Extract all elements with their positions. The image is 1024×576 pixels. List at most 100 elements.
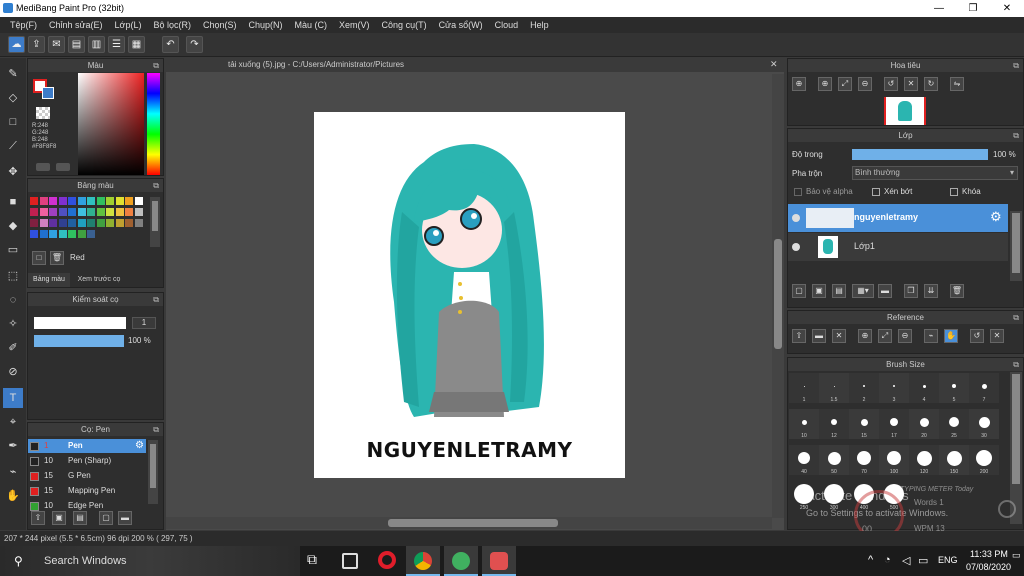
- redo-icon[interactable]: ↷: [186, 36, 203, 53]
- rectangle-tool-icon[interactable]: □: [3, 112, 23, 132]
- color-swatch[interactable]: [30, 219, 38, 227]
- menu-filter[interactable]: Bộ lọc(R): [147, 20, 197, 30]
- menu-cloud[interactable]: Cloud: [489, 20, 525, 30]
- magic-wand-icon[interactable]: ✧: [3, 314, 23, 334]
- color-swatch[interactable]: [58, 208, 67, 216]
- color-swatch[interactable]: [96, 197, 105, 205]
- brush-size-option[interactable]: 200: [969, 445, 999, 475]
- new-layer-icon[interactable]: ▢: [792, 284, 806, 298]
- color-swatch[interactable]: [68, 197, 76, 205]
- background-color-swatch[interactable]: [42, 87, 54, 99]
- brush-item[interactable]: 15 Mapping Pen: [28, 484, 146, 498]
- select-eraser-icon[interactable]: ⊘: [3, 362, 23, 382]
- task-view-icon[interactable]: ⧉: [302, 551, 322, 571]
- operation-tool-icon[interactable]: ⌖: [3, 412, 23, 432]
- reference-zoom-in-icon[interactable]: ⊕: [858, 329, 872, 343]
- undo-icon[interactable]: ↶: [162, 36, 179, 53]
- select-pen-icon[interactable]: ✐: [3, 338, 23, 358]
- clock-date[interactable]: 07/08/2020: [966, 562, 1011, 572]
- expand-icon[interactable]: ⧉: [1013, 129, 1019, 142]
- reference-open-icon[interactable]: ▬: [812, 329, 826, 343]
- new-layer-1bit-icon[interactable]: ▤: [832, 284, 846, 298]
- color-swatch[interactable]: [125, 219, 133, 227]
- canvas-paper[interactable]: NGUYENLETRAMY: [314, 112, 625, 478]
- cloud-icon[interactable]: ☁: [8, 36, 25, 53]
- brush-size-option[interactable]: 30: [969, 409, 999, 439]
- color-swatch[interactable]: [96, 219, 105, 227]
- reference-reset-icon[interactable]: ✕: [990, 329, 1004, 343]
- hue-slider[interactable]: [147, 73, 160, 175]
- alpha-protect-checkbox[interactable]: [794, 188, 802, 196]
- color-swatch[interactable]: [77, 219, 86, 227]
- navigator-zoom-in2-icon[interactable]: ⊕: [818, 77, 832, 91]
- layer-scrollbar[interactable]: [1010, 211, 1022, 281]
- brush-size-option[interactable]: 70: [849, 445, 879, 475]
- brush-size-option[interactable]: 50: [819, 445, 849, 475]
- file-explorer-icon[interactable]: [342, 553, 358, 569]
- menu-window[interactable]: Cửa sổ(W): [433, 20, 489, 30]
- brush-tool-icon[interactable]: ✎: [3, 64, 23, 84]
- color-swatch[interactable]: [58, 230, 67, 238]
- network-icon[interactable]: ◔: [884, 554, 891, 566]
- brush-settings-icon[interactable]: ▤: [73, 511, 87, 525]
- fill-rect-tool-icon[interactable]: ■: [3, 192, 23, 212]
- transparent-swatch[interactable]: [36, 107, 50, 119]
- tab-brush-preview[interactable]: Xem trước cọ: [72, 273, 126, 287]
- navigator-fit-icon[interactable]: ⤢: [838, 77, 852, 91]
- brush-folder-icon[interactable]: ▬: [118, 511, 132, 525]
- select-tool-icon[interactable]: ⬚: [3, 266, 23, 286]
- hand-tool-icon[interactable]: ✋: [3, 486, 23, 506]
- brush-size-option[interactable]: 10: [789, 409, 819, 439]
- menu-tools[interactable]: Công cụ(T): [376, 20, 433, 30]
- eye-icon[interactable]: [792, 243, 800, 251]
- color-swatch[interactable]: [87, 197, 95, 205]
- brush-size-option[interactable]: 25: [939, 409, 969, 439]
- brush-size-option[interactable]: 100: [879, 445, 909, 475]
- expand-icon[interactable]: ⧉: [153, 293, 159, 306]
- pause-icon[interactable]: [998, 500, 1016, 518]
- add-layer-menu-icon[interactable]: ▦▾: [852, 284, 874, 298]
- share-icon[interactable]: ⇪: [28, 36, 45, 53]
- clipping-checkbox[interactable]: [872, 188, 880, 196]
- palette-swatches[interactable]: [30, 197, 148, 241]
- brush-size-option[interactable]: 120: [909, 445, 939, 475]
- grid-icon[interactable]: ▦: [128, 36, 145, 53]
- brush-page-icon[interactable]: ▢: [99, 511, 113, 525]
- color-swatch[interactable]: [49, 197, 57, 205]
- brush-size-option[interactable]: 17: [879, 409, 909, 439]
- navigator-rotate-left-icon[interactable]: ↺: [884, 77, 898, 91]
- reference-zoom-out-icon[interactable]: ⊖: [898, 329, 912, 343]
- color-swatch[interactable]: [134, 208, 143, 216]
- keyboard-icon[interactable]: ▭: [918, 554, 928, 567]
- text-tool-icon[interactable]: T: [3, 388, 23, 408]
- color-swatch[interactable]: [134, 219, 143, 227]
- brush-item[interactable]: 15 G Pen: [28, 469, 146, 483]
- color-swatch[interactable]: [39, 197, 48, 205]
- notification-icon[interactable]: ▭: [1012, 550, 1022, 572]
- expand-icon[interactable]: ⧉: [1013, 358, 1019, 371]
- chevron-up-icon[interactable]: ^: [868, 554, 873, 566]
- speaker-icon[interactable]: ◁: [902, 554, 910, 567]
- color-swatch[interactable]: [106, 197, 114, 205]
- brush-size-option[interactable]: 12: [819, 409, 849, 439]
- clock-time[interactable]: 11:33 PM: [970, 549, 1008, 559]
- bucket-tool-icon[interactable]: ◆: [3, 216, 23, 236]
- brush-size-option[interactable]: 7: [969, 373, 999, 403]
- color-swatch[interactable]: [115, 208, 124, 216]
- eraser-tool-icon[interactable]: ◇: [3, 88, 23, 108]
- lock-checkbox[interactable]: [950, 188, 958, 196]
- brush-item[interactable]: 10 Pen (Sharp): [28, 454, 146, 468]
- close-button[interactable]: ✕: [990, 0, 1024, 17]
- navigator-flip-icon[interactable]: ⇋: [950, 77, 964, 91]
- canvas-horizontal-scrollbar[interactable]: [166, 517, 772, 529]
- layer-row[interactable]: Lớp1: [788, 233, 1008, 261]
- reference-rotate-icon[interactable]: ↺: [970, 329, 984, 343]
- menu-select[interactable]: Chọn(S): [197, 20, 243, 30]
- reference-fit-icon[interactable]: ⤢: [878, 329, 892, 343]
- navigator-rotate-right-icon[interactable]: ↻: [924, 77, 938, 91]
- brush-size-value[interactable]: 1: [132, 317, 156, 329]
- brush-size-option[interactable]: 40: [789, 445, 819, 475]
- minimize-button[interactable]: —: [922, 0, 956, 17]
- medibang-taskbar-icon[interactable]: [444, 546, 478, 576]
- menu-color[interactable]: Màu (C): [289, 20, 334, 30]
